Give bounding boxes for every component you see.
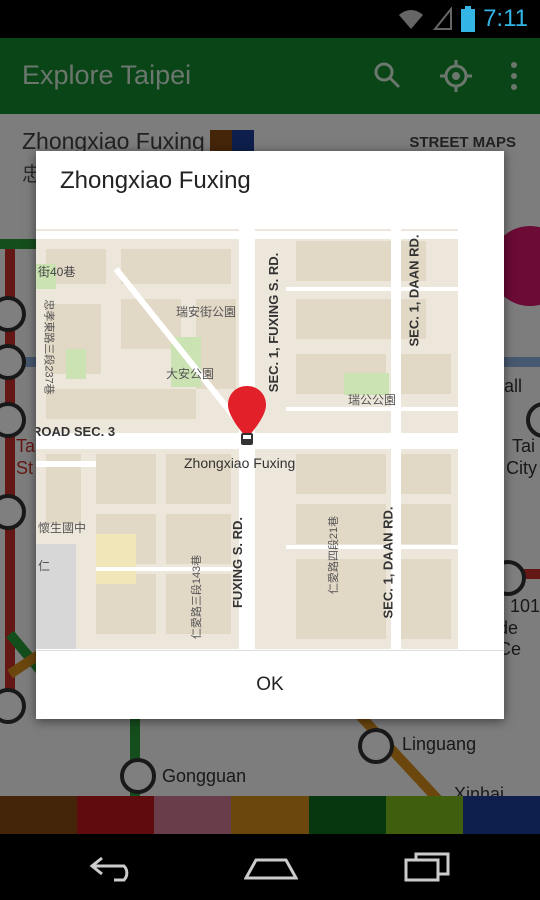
metro-station-icon: [241, 433, 253, 445]
map-poi-label: 街40巷: [38, 265, 76, 279]
street-map[interactable]: ROAD SEC. 3 SEC. 1, FUXING S. RD. SEC. 1…: [36, 229, 458, 649]
wifi-icon: [399, 10, 424, 29]
navigation-bar: [0, 834, 540, 900]
map-road-label: SEC. 1, DAAN RD.: [380, 506, 396, 619]
status-time: 7:11: [483, 5, 528, 32]
map-road-label: SEC. 1, FUXING S. RD.: [266, 252, 282, 393]
signal-icon: [433, 7, 453, 30]
map-poi-label: 仁愛路三段143巷: [191, 554, 204, 640]
map-road-label: FUXING S. RD.: [230, 516, 246, 609]
status-bar: 7:11: [0, 0, 540, 38]
recent-apps-icon[interactable]: [402, 852, 452, 882]
station-dialog: Zhongxiao Fuxing ROAD SEC. 3 SEC. 1, FUX…: [36, 151, 504, 719]
map-marker-label: Zhongxiao Fuxing: [184, 455, 296, 471]
map-road-label: ROAD SEC. 3: [36, 424, 116, 439]
map-poi-label: 仁: [38, 559, 51, 573]
map-poi-label: 瑞安街公園: [176, 305, 237, 319]
map-poi-label: 大安公園: [166, 367, 215, 381]
dialog-title: Zhongxiao Fuxing: [60, 167, 251, 194]
map-poi-label: 仁愛路四段21巷: [328, 515, 341, 595]
map-poi-label: 忠孝東路三段237巷: [42, 299, 55, 395]
map-poi-label: 懷生國中: [38, 521, 87, 535]
back-icon[interactable]: [88, 854, 138, 882]
battery-icon: [461, 6, 476, 32]
home-icon[interactable]: [244, 854, 298, 882]
map-poi-label: 瑞公公園: [348, 393, 397, 407]
map-road-label: SEC. 1, DAAN RD.: [406, 234, 422, 347]
ok-button[interactable]: OK: [36, 651, 504, 719]
